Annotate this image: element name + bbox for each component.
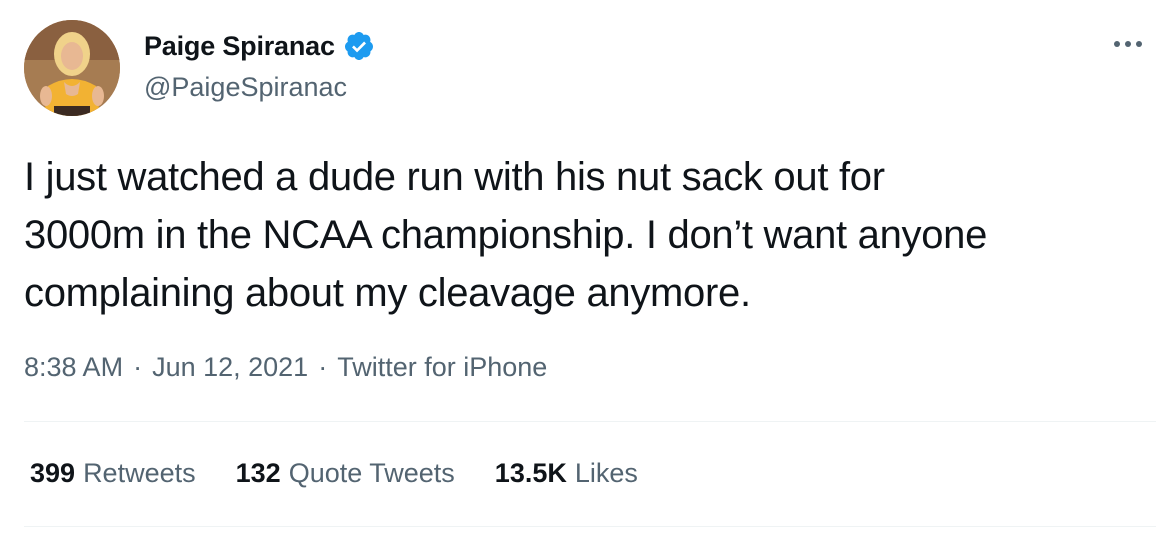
more-dot-icon [1125, 41, 1131, 47]
tweet-card: Paige Spiranac @PaigeSpiranac I just wat… [0, 0, 1166, 534]
divider [24, 421, 1156, 422]
verified-badge-icon [343, 30, 375, 62]
tweet-meta: 8:38 AM · Jun 12, 2021 · Twitter for iPh… [24, 352, 547, 383]
tweet-text: I just watched a dude run with his nut s… [24, 155, 988, 315]
tweet-time[interactable]: 8:38 AM [24, 352, 123, 383]
quote-tweets-label: Quote Tweets [288, 458, 455, 488]
engagement-stats: 399 Retweets 132 Quote Tweets 13.5K Likes [30, 458, 638, 489]
retweets-label: Retweets [83, 458, 196, 488]
likes-stat[interactable]: 13.5K Likes [495, 458, 638, 489]
tweet-source[interactable]: Twitter for iPhone [337, 352, 547, 383]
quote-tweets-stat[interactable]: 132 Quote Tweets [236, 458, 455, 489]
meta-separator: · [133, 352, 143, 382]
author-handle[interactable]: @PaigeSpiranac [144, 72, 347, 103]
quote-tweets-count: 132 [235, 458, 281, 488]
meta-separator: · [318, 352, 328, 382]
author-display-name[interactable]: Paige Spiranac [144, 31, 335, 62]
avatar-image [24, 20, 120, 116]
more-options-icon[interactable] [1108, 32, 1148, 56]
divider [24, 526, 1156, 527]
avatar[interactable] [24, 20, 120, 116]
more-dot-icon [1136, 41, 1142, 47]
more-dot-icon [1114, 41, 1120, 47]
author-name-row[interactable]: Paige Spiranac [144, 28, 375, 64]
tweet-date[interactable]: Jun 12, 2021 [152, 352, 308, 383]
likes-count: 13.5K [494, 458, 567, 488]
retweets-count: 399 [30, 458, 76, 488]
retweets-stat[interactable]: 399 Retweets [30, 458, 196, 489]
likes-label: Likes [574, 458, 638, 488]
